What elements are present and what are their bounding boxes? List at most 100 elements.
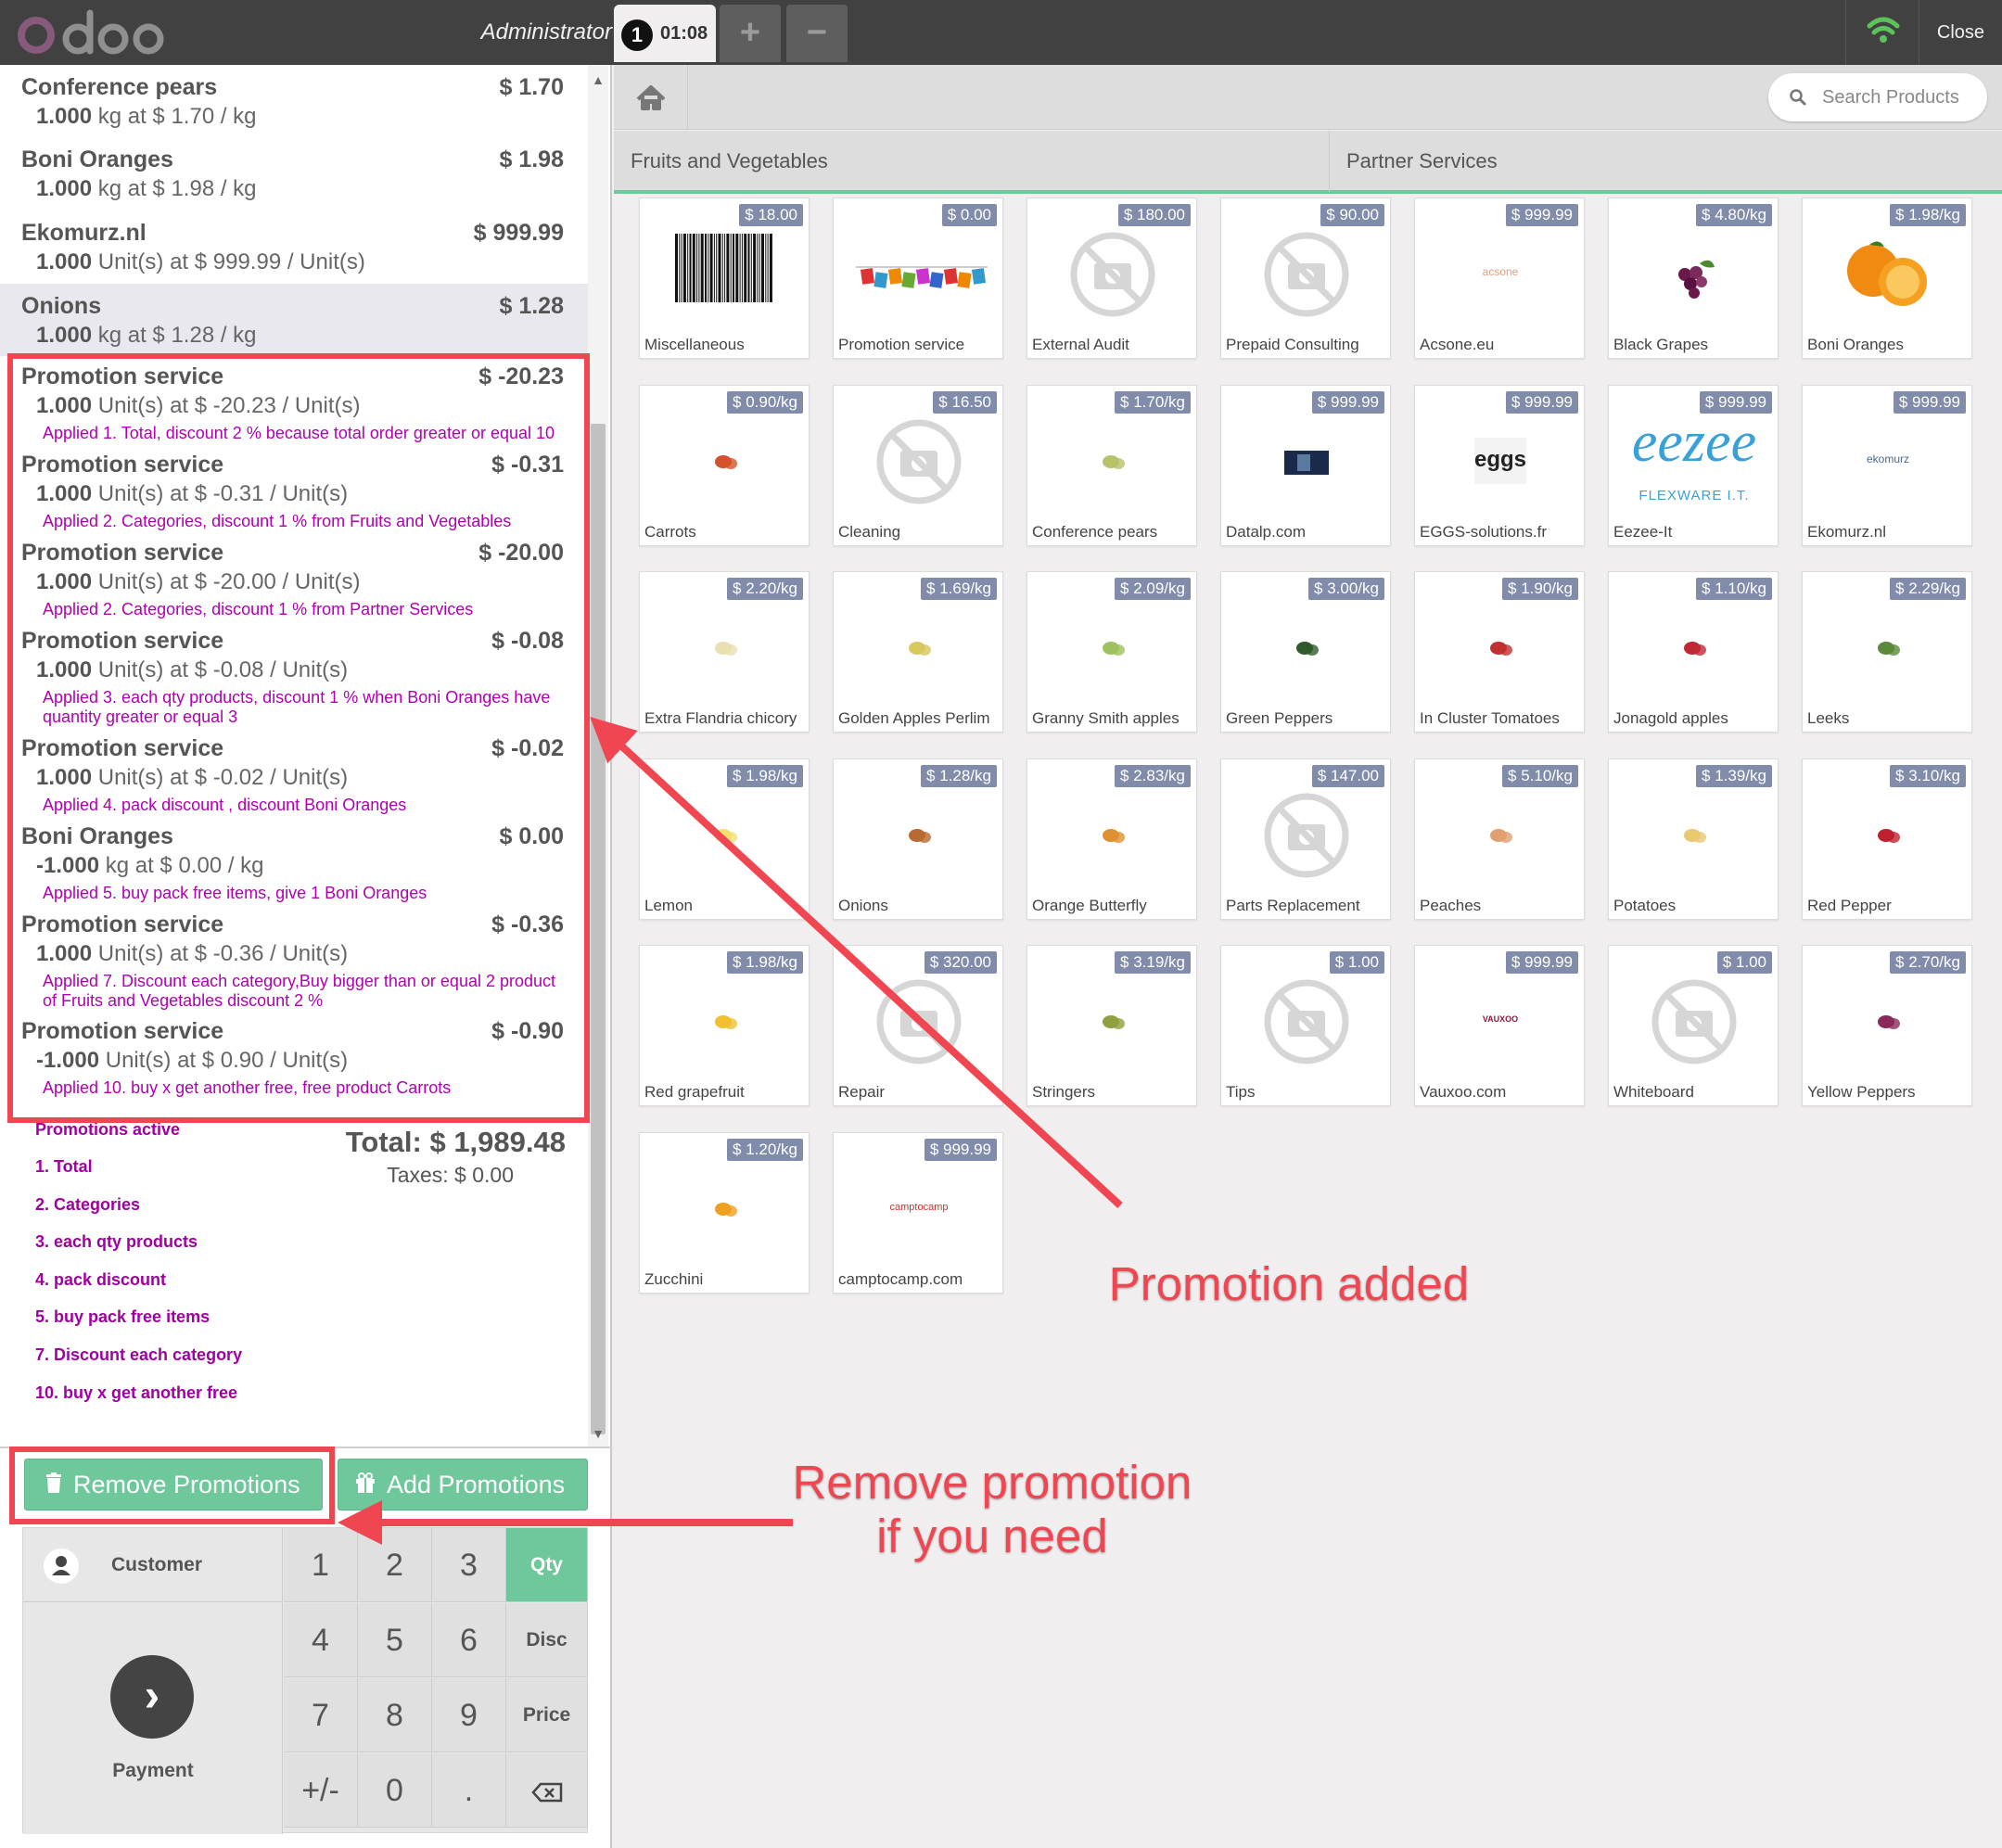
numpad-key[interactable]: 4 [284, 1603, 358, 1677]
numpad-key[interactable]: . [432, 1753, 506, 1828]
new-order-button[interactable]: + [720, 5, 781, 62]
product-card[interactable]: $ 1.00 Whiteboard [1608, 945, 1779, 1106]
product-name: Boni Oranges [1807, 336, 1904, 353]
product-card[interactable]: $ 0.00 Promotion service [833, 198, 1003, 359]
search-input[interactable]: Search Products [1822, 73, 1959, 121]
product-name: Ekomurz.nl [1807, 522, 1887, 541]
active-promotion-item[interactable]: 7. Discount each category [35, 1345, 242, 1365]
product-card[interactable]: $ 3.19/kg Stringers [1027, 945, 1197, 1106]
product-name: Granny Smith apples [1032, 709, 1180, 727]
product-card[interactable]: VAUXOO $ 999.99 Vauxoo.com [1414, 945, 1585, 1106]
numpad-key[interactable]: 5 [358, 1603, 432, 1677]
product-card[interactable]: $ 90.00 Prepaid Consulting [1220, 198, 1391, 359]
product-card[interactable]: $ 2.70/kg Yellow Peppers [1802, 945, 1972, 1106]
product-card[interactable]: $ 999.99 Datalp.com [1220, 384, 1391, 546]
customer-button[interactable]: Customer [23, 1528, 283, 1602]
numpad-key[interactable]: 0 [358, 1753, 432, 1828]
mode-price-button[interactable]: Price [506, 1678, 588, 1752]
product-image [1066, 602, 1159, 695]
active-promotion-item[interactable]: 3. each qty products [35, 1232, 198, 1252]
active-promotion-item[interactable]: 1. Total [35, 1157, 93, 1177]
orderline[interactable]: Ekomurz.nl $ 999.99 1.000 Unit(s) at $ 999… [0, 210, 588, 283]
odoo-logo [18, 9, 164, 55]
product-card[interactable]: $ 5.10/kg Peaches [1414, 758, 1585, 920]
no-image-icon [1648, 975, 1741, 1068]
eggs-logo: eggs [1473, 446, 1526, 472]
product-card[interactable]: ekomurz $ 999.99 Ekomurz.nl [1802, 384, 1972, 546]
product-card[interactable]: $ 2.09/kg Granny Smith apples [1027, 571, 1197, 733]
product-card[interactable]: $ 2.83/kg Orange Butterfly [1027, 758, 1197, 920]
close-button[interactable]: Close [1919, 0, 2002, 65]
product-card[interactable]: $ 1.98/kg Boni Oranges [1802, 198, 1972, 359]
numpad-key[interactable]: 6 [432, 1603, 506, 1677]
product-card[interactable]: $ 16.50 Cleaning [833, 384, 1003, 546]
product-card[interactable]: $ 1.98/kg Lemon [639, 758, 810, 920]
category-fruits-and-vegetables[interactable]: Fruits and Vegetables [614, 131, 1330, 192]
search-box[interactable]: Search Products [1768, 73, 1987, 121]
active-promotion-item[interactable]: 5. buy pack free items [35, 1307, 210, 1327]
price-tag: $ 3.00/kg [1308, 578, 1384, 600]
wifi-icon[interactable] [1845, 0, 1919, 65]
add-promotions-button[interactable]: Add Promotions [338, 1459, 588, 1510]
product-card[interactable]: $ 1.28/kg Onions [833, 758, 1003, 920]
product-card[interactable]: $ 147.00 Parts Replacement [1220, 758, 1391, 920]
mode-qty-button[interactable]: Qty [506, 1528, 588, 1602]
numpad-key[interactable]: 7 [284, 1678, 358, 1752]
active-promotion-item[interactable]: 4. pack discount [35, 1270, 166, 1290]
product-card[interactable]: $ 3.10/kg Red Pepper [1802, 758, 1972, 920]
numpad-key[interactable]: 2 [358, 1528, 432, 1602]
product-card[interactable]: $ 4.80/kg Black Grapes [1608, 198, 1779, 359]
product-card[interactable]: eggs $ 999.99 EGGS-solutions.fr [1414, 384, 1585, 546]
payment-button[interactable]: › Payment [23, 1602, 283, 1834]
scroll-up-arrow-icon[interactable]: ▲ [588, 69, 608, 91]
order-tab[interactable]: 1 01:08 [614, 5, 716, 62]
product-name: Orange Butterfly [1032, 896, 1147, 914]
category-partner-services[interactable]: Partner Services [1330, 131, 2002, 192]
active-promotion-item[interactable]: 10. buy x get another free [35, 1383, 237, 1403]
orderline[interactable]: Conference pears $ 1.70 1.000 kg at $ 1.70… [0, 65, 588, 137]
orderlines-scrollbar[interactable]: ▲ ▼ [588, 65, 608, 1447]
orderline[interactable]: Boni Oranges $ 1.98 1.000 kg at $ 1.98 / k… [0, 137, 588, 210]
product-name: Lemon [644, 896, 693, 914]
product-card[interactable]: camptocamp $ 999.99 camptocamp.com [833, 1131, 1003, 1294]
product-name: Red Pepper [1807, 896, 1892, 914]
breadcrumb-bar: Search Products [614, 65, 2002, 130]
product-card[interactable]: $ 1.10/kg Jonagold apples [1608, 571, 1779, 733]
numpad-key[interactable]: 1 [284, 1528, 358, 1602]
product-card[interactable]: $ 1.69/kg Golden Apples Perlim [833, 571, 1003, 733]
delete-order-button[interactable]: − [786, 5, 848, 62]
product-card[interactable]: $ 3.00/kg Green Peppers [1220, 571, 1391, 733]
scroll-down-arrow-icon[interactable]: ▼ [588, 1422, 608, 1445]
product-card[interactable]: $ 0.90/kg Carrots [639, 384, 810, 546]
orderline[interactable]: Onions $ 1.28 1.000 kg at $ 1.28 / kg [0, 284, 588, 356]
price-tag: $ 999.99 [924, 1138, 997, 1161]
mode-disc-button[interactable]: Disc [506, 1603, 588, 1677]
numpad-key[interactable]: 9 [432, 1678, 506, 1752]
product-card[interactable]: $ 1.00 Tips [1220, 945, 1391, 1106]
product-card[interactable]: $ 1.20/kg Zucchini [639, 1131, 810, 1294]
numpad-key[interactable]: 8 [358, 1678, 432, 1752]
product-card[interactable]: $ 1.98/kg Red grapefruit [639, 945, 810, 1106]
price-tag: $ 999.99 [1505, 390, 1578, 414]
backspace-icon[interactable] [506, 1753, 588, 1828]
numpad-key[interactable]: 3 [432, 1528, 506, 1602]
numpad-key[interactable]: +/- [284, 1753, 358, 1828]
product-card[interactable]: $ 180.00 External Audit [1027, 198, 1197, 359]
product-card[interactable]: $ 1.90/kg In Cluster Tomatoes [1414, 571, 1585, 733]
active-promotion-item[interactable]: 2. Categories [35, 1195, 140, 1215]
price-tag: $ 2.29/kg [1890, 578, 1966, 600]
product-card[interactable]: $ 320.00 Repair [833, 945, 1003, 1106]
home-icon[interactable] [614, 65, 688, 130]
scroll-thumb[interactable] [591, 424, 606, 1434]
product-card[interactable]: acsone $ 999.99 Acsone.eu [1414, 198, 1585, 359]
product-card[interactable]: $ 18.00 Miscellaneous [639, 198, 810, 359]
product-image [1454, 602, 1547, 695]
product-card[interactable]: $ 2.29/kg Leeks [1802, 571, 1972, 733]
orderline-price: $ 1.70 [499, 74, 564, 100]
product-card[interactable]: $ 1.70/kg Conference pears [1027, 384, 1197, 546]
product-card[interactable]: $ 1.39/kg Potatoes [1608, 758, 1779, 920]
product-card[interactable]: eezee FLEXWARE I.T. $ 999.99 Eezee-It [1608, 384, 1779, 546]
price-tag: $ 2.70/kg [1890, 951, 1966, 974]
product-name: EGGS-solutions.fr [1420, 522, 1547, 541]
product-card[interactable]: $ 2.20/kg Extra Flandria chicory [639, 571, 810, 733]
